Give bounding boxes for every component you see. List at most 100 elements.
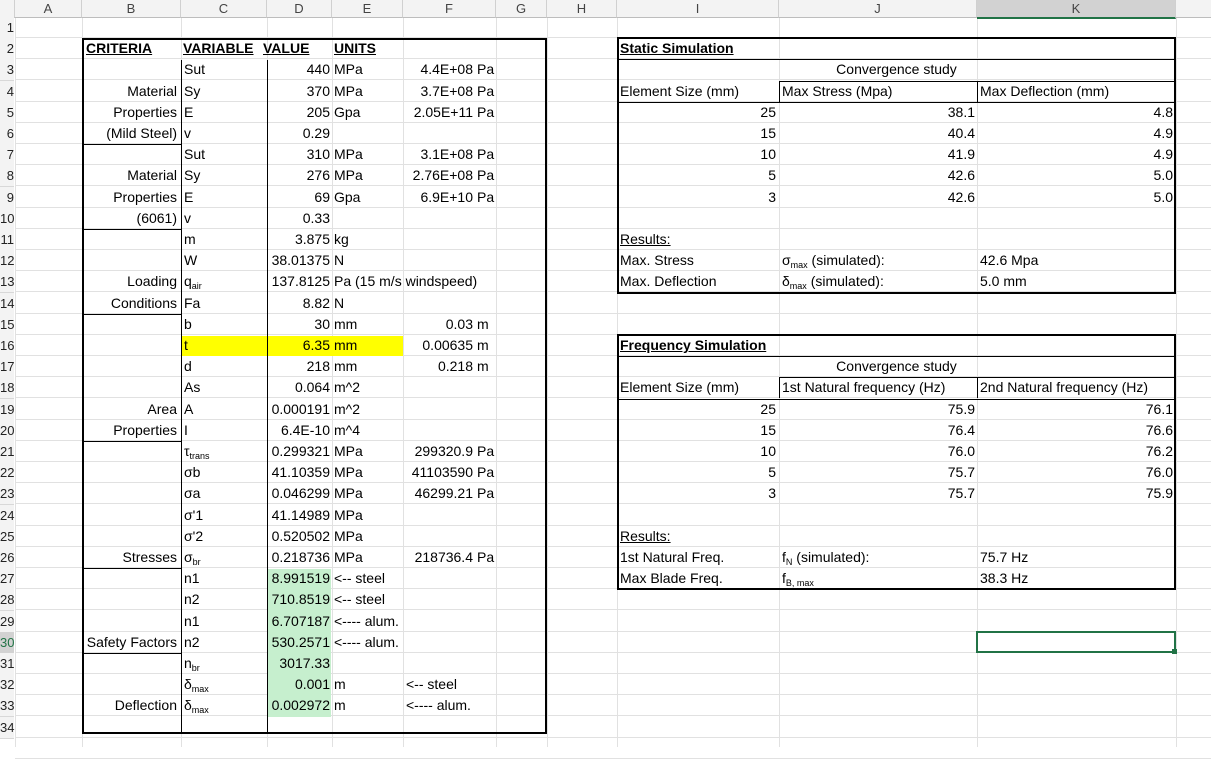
unit-cell[interactable]: MPa xyxy=(334,505,363,525)
unit-cell[interactable]: m xyxy=(334,674,346,694)
result-value[interactable]: 38.3 Hz xyxy=(980,568,1028,588)
row-header[interactable]: 21 xyxy=(0,441,14,463)
unit-cell[interactable]: MPa xyxy=(334,526,363,546)
si-value-cell[interactable]: 2.76E+08 xyxy=(403,165,473,185)
unit-cell[interactable]: <---- alum. xyxy=(334,611,399,631)
value-cell[interactable]: 69 xyxy=(268,187,330,207)
value-cell[interactable]: 3.875 xyxy=(268,229,330,249)
si-value-cell[interactable]: 0.00635 xyxy=(403,335,473,355)
col3-value-cell[interactable]: 75.9 xyxy=(1075,483,1173,503)
value-cell[interactable]: 530.2571 xyxy=(268,632,330,652)
value-cell[interactable]: 0.064 xyxy=(268,377,330,397)
column-header-g[interactable]: G xyxy=(496,0,547,18)
col3-value-cell[interactable]: 76.1 xyxy=(1075,399,1173,419)
column-header-k[interactable]: K xyxy=(977,0,1176,19)
row-header[interactable]: 11 xyxy=(0,229,14,251)
value-cell[interactable]: 218 xyxy=(268,356,330,376)
unit-cell[interactable]: <-- steel xyxy=(334,589,385,609)
value-cell[interactable]: 8.991519 xyxy=(268,568,330,588)
col3-value-cell[interactable]: 76.6 xyxy=(1075,420,1173,440)
si-value-cell[interactable]: 4.4E+08 xyxy=(403,59,473,79)
unit-cell[interactable]: MPa xyxy=(334,547,363,567)
col2-value-cell[interactable]: 76.0 xyxy=(880,441,975,461)
si-value-cell[interactable]: 2.05E+11 xyxy=(403,102,473,122)
unit-cell[interactable]: mm xyxy=(334,335,357,355)
fill-handle[interactable] xyxy=(1172,648,1177,654)
col3-value-cell[interactable]: 4.8 xyxy=(1075,102,1173,122)
column-header-i[interactable]: I xyxy=(617,0,779,18)
row-header[interactable]: 18 xyxy=(0,377,14,400)
result-value[interactable]: 5.0 mm xyxy=(980,271,1027,291)
row-header[interactable]: 34 xyxy=(0,716,14,739)
value-cell[interactable]: 0.001 xyxy=(268,674,330,694)
row-header[interactable]: 2 xyxy=(0,38,14,61)
col3-value-cell[interactable]: 76.2 xyxy=(1075,441,1173,461)
value-cell[interactable]: 0.33 xyxy=(268,208,330,228)
column-header-a[interactable]: A xyxy=(15,0,82,18)
row-header[interactable]: 33 xyxy=(0,695,14,718)
unit-cell[interactable]: MPa xyxy=(334,441,363,461)
column-header-f[interactable]: F xyxy=(403,0,496,18)
value-cell[interactable]: 30 xyxy=(268,314,330,334)
si-unit-cell[interactable]: Pa xyxy=(477,441,494,461)
row-header[interactable]: 12 xyxy=(0,250,14,273)
row-header[interactable]: 29 xyxy=(0,610,14,633)
column-header-e[interactable]: E xyxy=(332,0,403,18)
col3-value-cell[interactable]: 4.9 xyxy=(1075,144,1173,164)
row-header[interactable]: 25 xyxy=(0,525,14,548)
value-cell[interactable]: 310 xyxy=(268,144,330,164)
col2-value-cell[interactable]: 42.6 xyxy=(880,165,975,185)
unit-cell[interactable]: mm xyxy=(334,356,357,376)
row-header[interactable]: 16 xyxy=(0,335,14,357)
unit-cell[interactable]: m^4 xyxy=(334,420,360,440)
row-header[interactable]: 17 xyxy=(0,356,14,379)
row-header[interactable]: 5 xyxy=(0,101,14,124)
row-header[interactable]: 30 xyxy=(0,631,14,654)
unit-cell[interactable]: m xyxy=(334,695,346,715)
unit-cell[interactable]: MPa xyxy=(334,59,363,79)
result-value[interactable]: 42.6 Mpa xyxy=(980,250,1038,270)
si-unit-cell[interactable]: Pa xyxy=(477,547,494,567)
si-value-cell[interactable]: 46299.21 xyxy=(403,483,473,503)
element-size-cell[interactable]: 25 xyxy=(700,102,776,122)
column-header-l[interactable] xyxy=(1176,0,1211,18)
value-cell[interactable]: 3017.33 xyxy=(268,653,330,673)
unit-cell[interactable]: Pa (15 m/s windspeed) xyxy=(334,271,477,291)
si-unit-cell[interactable]: Pa xyxy=(477,59,494,79)
row-header[interactable]: 15 xyxy=(0,313,14,336)
row-header[interactable]: 4 xyxy=(0,80,14,103)
row-header[interactable]: 1 xyxy=(0,17,14,39)
si-unit-cell[interactable]: Pa xyxy=(477,462,494,482)
row-header[interactable]: 24 xyxy=(0,504,14,527)
row-header[interactable]: 13 xyxy=(0,271,14,294)
row-header[interactable]: 6 xyxy=(0,123,14,145)
value-cell[interactable]: 6.707187 xyxy=(268,611,330,631)
si-value-cell[interactable]: 3.7E+08 xyxy=(403,81,473,101)
col2-value-cell[interactable]: 76.4 xyxy=(880,420,975,440)
value-cell[interactable]: 41.14989 xyxy=(268,505,330,525)
unit-cell[interactable]: MPa xyxy=(334,462,363,482)
value-cell[interactable]: 41.10359 xyxy=(268,462,330,482)
column-header-c[interactable]: C xyxy=(181,0,267,18)
si-unit-cell[interactable]: Pa xyxy=(477,81,494,101)
element-size-cell[interactable]: 25 xyxy=(700,399,776,419)
unit-cell[interactable]: m^2 xyxy=(334,399,360,419)
si-unit-cell[interactable]: m xyxy=(477,335,489,355)
row-header[interactable]: 19 xyxy=(0,398,14,421)
col2-value-cell[interactable]: 38.1 xyxy=(880,102,975,122)
si-unit-cell[interactable]: Pa xyxy=(477,102,494,122)
element-size-cell[interactable]: 5 xyxy=(700,462,776,482)
value-cell[interactable]: 440 xyxy=(268,59,330,79)
value-cell[interactable]: 38.01375 xyxy=(268,250,330,270)
row-header[interactable]: 9 xyxy=(0,186,14,209)
si-unit-cell[interactable]: Pa xyxy=(477,483,494,503)
row-header[interactable]: 27 xyxy=(0,568,14,591)
unit-cell[interactable]: MPa xyxy=(334,483,363,503)
row-header[interactable]: 14 xyxy=(0,292,14,315)
row-header[interactable]: 32 xyxy=(0,674,14,697)
element-size-cell[interactable]: 15 xyxy=(700,123,776,143)
element-size-cell[interactable]: 3 xyxy=(700,483,776,503)
row-header[interactable]: 7 xyxy=(0,144,14,167)
col3-value-cell[interactable]: 5.0 xyxy=(1075,187,1173,207)
col3-value-cell[interactable]: 76.0 xyxy=(1075,462,1173,482)
